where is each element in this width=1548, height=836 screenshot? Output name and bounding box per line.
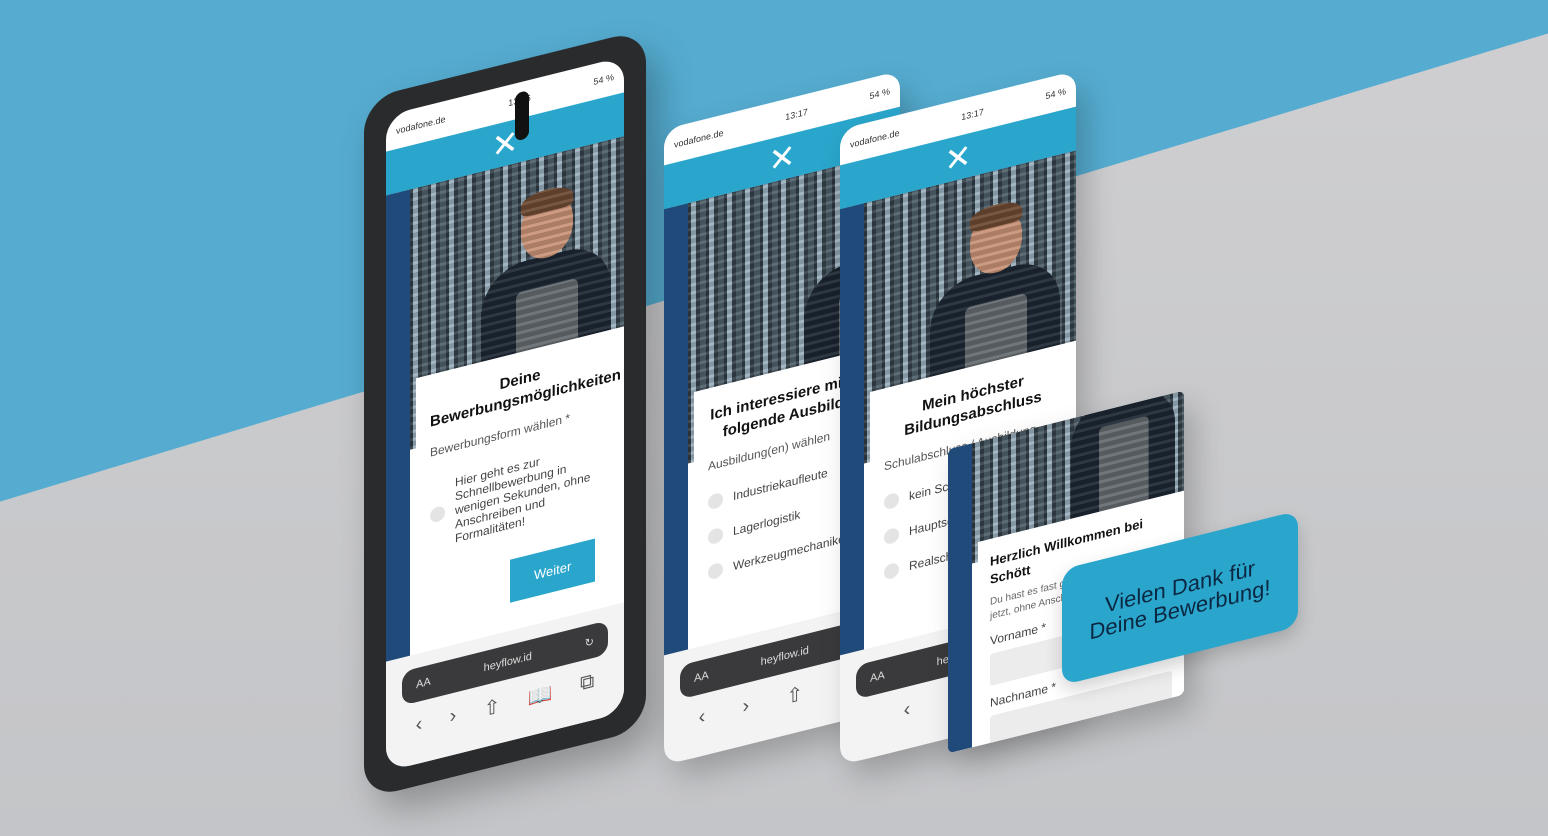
carrier-label: vodafone.de (396, 113, 446, 137)
radio-icon[interactable] (884, 491, 899, 510)
radio-icon[interactable] (430, 504, 445, 524)
close-icon[interactable]: ✕ (769, 136, 796, 181)
share-icon[interactable]: ⇧ (786, 681, 803, 710)
radio-icon[interactable] (708, 526, 723, 545)
radio-icon[interactable] (884, 561, 899, 580)
reload-icon[interactable]: ↻ (585, 634, 594, 649)
back-icon[interactable]: ‹ (416, 713, 423, 740)
phone-screen-1: vodafone.de 13:16 54 % ✕ Deine Bewerbung… (386, 56, 624, 772)
tabs-icon[interactable]: ⧉ (580, 670, 594, 699)
thank-you-text: Vielen Dank für Deine Bewerbung! (1089, 555, 1271, 645)
bookmarks-icon[interactable]: 📖 (528, 680, 553, 711)
option-label: Werkzeugmechaniker (733, 530, 849, 574)
text-size-button[interactable]: AA (694, 669, 709, 685)
phone-device-1: vodafone.de 13:16 54 % ✕ Deine Bewerbung… (364, 28, 646, 800)
option-label: Industriekaufleute (733, 465, 828, 504)
option-label: Hier geht es zur Schnellbewerbung in wen… (455, 453, 591, 545)
url-label: heyflow.id (483, 650, 532, 675)
clock: 13:17 (785, 106, 808, 123)
radio-icon[interactable] (884, 526, 899, 545)
option-item[interactable]: Hier geht es zur Schnellbewerbung in wen… (430, 436, 610, 551)
text-size-button[interactable]: AA (416, 676, 431, 692)
battery-label: 54 % (1045, 86, 1066, 102)
back-icon[interactable]: ‹ (699, 705, 706, 732)
carrier-label: vodafone.de (850, 127, 900, 150)
carrier-label: vodafone.de (674, 127, 724, 150)
battery-label: 54 % (869, 86, 890, 102)
back-icon[interactable]: ‹ (904, 698, 911, 723)
radio-icon[interactable] (708, 491, 723, 510)
text-size-button[interactable]: AA (870, 669, 885, 685)
radio-icon[interactable] (708, 561, 723, 580)
background-page-strip (948, 443, 972, 754)
close-icon[interactable]: ✕ (945, 136, 972, 181)
url-label: heyflow.id (760, 644, 809, 669)
next-button[interactable]: Weiter (510, 537, 596, 603)
camera-notch (515, 90, 529, 142)
share-icon[interactable]: ⇧ (484, 693, 501, 722)
forward-icon[interactable]: › (450, 704, 457, 731)
battery-label: 54 % (593, 71, 614, 87)
forward-icon[interactable]: › (743, 694, 750, 721)
option-label: Lagerlogistik (733, 507, 801, 539)
clock: 13:17 (961, 106, 984, 123)
